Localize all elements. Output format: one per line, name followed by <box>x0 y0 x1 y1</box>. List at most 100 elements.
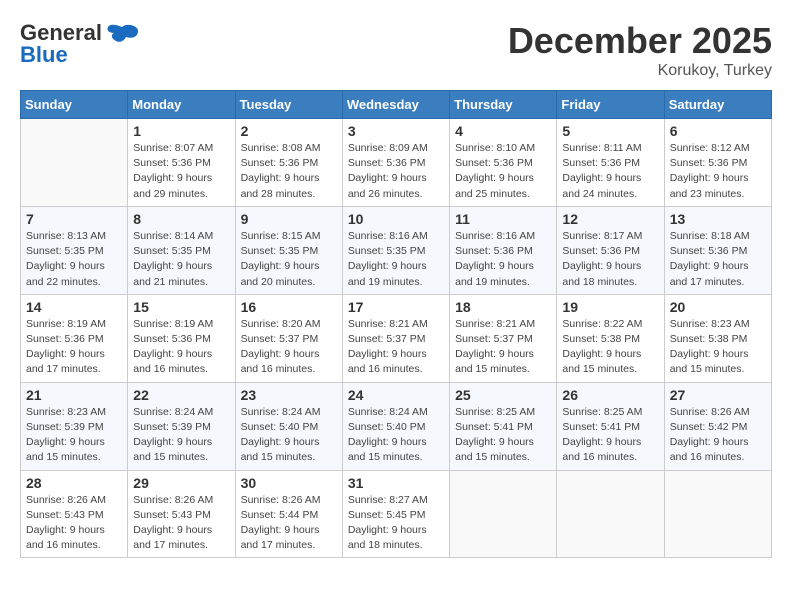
day-info: Sunrise: 8:19 AMSunset: 5:36 PMDaylight:… <box>26 317 122 378</box>
calendar-cell: 6 Sunrise: 8:12 AMSunset: 5:36 PMDaylight… <box>664 119 771 207</box>
day-number: 20 <box>670 299 766 315</box>
day-number: 9 <box>241 211 337 227</box>
day-number: 7 <box>26 211 122 227</box>
day-number: 31 <box>348 475 444 491</box>
day-info: Sunrise: 8:12 AMSunset: 5:36 PMDaylight:… <box>670 141 766 202</box>
day-info: Sunrise: 8:23 AMSunset: 5:38 PMDaylight:… <box>670 317 766 378</box>
day-info: Sunrise: 8:24 AMSunset: 5:40 PMDaylight:… <box>348 405 444 466</box>
title-block: December 2025 Korukoy, Turkey <box>508 20 772 80</box>
logo-text-blue: Blue <box>20 42 68 68</box>
day-number: 18 <box>455 299 551 315</box>
day-info: Sunrise: 8:14 AMSunset: 5:35 PMDaylight:… <box>133 229 229 290</box>
calendar-cell: 26 Sunrise: 8:25 AMSunset: 5:41 PMDayligh… <box>557 382 664 470</box>
weekday-header: Thursday <box>450 91 557 119</box>
day-info: Sunrise: 8:26 AMSunset: 5:43 PMDaylight:… <box>133 493 229 554</box>
day-info: Sunrise: 8:26 AMSunset: 5:44 PMDaylight:… <box>241 493 337 554</box>
weekday-header: Tuesday <box>235 91 342 119</box>
weekday-header: Sunday <box>21 91 128 119</box>
day-info: Sunrise: 8:26 AMSunset: 5:42 PMDaylight:… <box>670 405 766 466</box>
day-info: Sunrise: 8:13 AMSunset: 5:35 PMDaylight:… <box>26 229 122 290</box>
day-info: Sunrise: 8:21 AMSunset: 5:37 PMDaylight:… <box>348 317 444 378</box>
day-number: 28 <box>26 475 122 491</box>
calendar-cell: 9 Sunrise: 8:15 AMSunset: 5:35 PMDaylight… <box>235 206 342 294</box>
month-title: December 2025 <box>508 20 772 62</box>
calendar-cell: 29 Sunrise: 8:26 AMSunset: 5:43 PMDayligh… <box>128 470 235 558</box>
calendar-cell <box>664 470 771 558</box>
day-number: 25 <box>455 387 551 403</box>
day-info: Sunrise: 8:16 AMSunset: 5:35 PMDaylight:… <box>348 229 444 290</box>
calendar-cell: 8Sunrise: 8:14 AMSunset: 5:35 PMDaylight… <box>128 206 235 294</box>
calendar-cell: 22 Sunrise: 8:24 AMSunset: 5:39 PMDayligh… <box>128 382 235 470</box>
calendar-cell: 25 Sunrise: 8:25 AMSunset: 5:41 PMDayligh… <box>450 382 557 470</box>
calendar-cell: 3 Sunrise: 8:09 AMSunset: 5:36 PMDaylight… <box>342 119 449 207</box>
calendar-cell: 15 Sunrise: 8:19 AMSunset: 5:36 PMDayligh… <box>128 294 235 382</box>
day-info: Sunrise: 8:24 AMSunset: 5:40 PMDaylight:… <box>241 405 337 466</box>
calendar-cell: 14 Sunrise: 8:19 AMSunset: 5:36 PMDayligh… <box>21 294 128 382</box>
calendar-cell <box>21 119 128 207</box>
day-info: Sunrise: 8:22 AMSunset: 5:38 PMDaylight:… <box>562 317 658 378</box>
calendar-cell: 18Sunrise: 8:21 AMSunset: 5:37 PMDayligh… <box>450 294 557 382</box>
calendar-week-row: 7 Sunrise: 8:13 AMSunset: 5:35 PMDaylight… <box>21 206 772 294</box>
calendar-cell: 23 Sunrise: 8:24 AMSunset: 5:40 PMDayligh… <box>235 382 342 470</box>
day-info: Sunrise: 8:08 AMSunset: 5:36 PMDaylight:… <box>241 141 337 202</box>
day-info: Sunrise: 8:19 AMSunset: 5:36 PMDaylight:… <box>133 317 229 378</box>
calendar-week-row: 21 Sunrise: 8:23 AMSunset: 5:39 PMDayligh… <box>21 382 772 470</box>
day-number: 21 <box>26 387 122 403</box>
day-number: 6 <box>670 123 766 139</box>
calendar-cell: 28 Sunrise: 8:26 AMSunset: 5:43 PMDayligh… <box>21 470 128 558</box>
day-number: 13 <box>670 211 766 227</box>
day-info: Sunrise: 8:26 AMSunset: 5:43 PMDaylight:… <box>26 493 122 554</box>
calendar-cell: 27 Sunrise: 8:26 AMSunset: 5:42 PMDayligh… <box>664 382 771 470</box>
day-info: Sunrise: 8:09 AMSunset: 5:36 PMDaylight:… <box>348 141 444 202</box>
day-info: Sunrise: 8:24 AMSunset: 5:39 PMDaylight:… <box>133 405 229 466</box>
calendar-cell: 11 Sunrise: 8:16 AMSunset: 5:36 PMDayligh… <box>450 206 557 294</box>
day-info: Sunrise: 8:25 AMSunset: 5:41 PMDaylight:… <box>455 405 551 466</box>
calendar-cell: 2 Sunrise: 8:08 AMSunset: 5:36 PMDaylight… <box>235 119 342 207</box>
day-number: 26 <box>562 387 658 403</box>
calendar-cell <box>450 470 557 558</box>
day-info: Sunrise: 8:17 AMSunset: 5:36 PMDaylight:… <box>562 229 658 290</box>
day-info: Sunrise: 8:15 AMSunset: 5:35 PMDaylight:… <box>241 229 337 290</box>
day-number: 3 <box>348 123 444 139</box>
day-number: 22 <box>133 387 229 403</box>
day-info: Sunrise: 8:10 AMSunset: 5:36 PMDaylight:… <box>455 141 551 202</box>
day-number: 16 <box>241 299 337 315</box>
calendar-cell: 24 Sunrise: 8:24 AMSunset: 5:40 PMDayligh… <box>342 382 449 470</box>
day-number: 5 <box>562 123 658 139</box>
calendar-week-row: 1Sunrise: 8:07 AMSunset: 5:36 PMDaylight… <box>21 119 772 207</box>
day-number: 11 <box>455 211 551 227</box>
calendar-cell: 16 Sunrise: 8:20 AMSunset: 5:37 PMDayligh… <box>235 294 342 382</box>
day-info: Sunrise: 8:23 AMSunset: 5:39 PMDaylight:… <box>26 405 122 466</box>
day-number: 23 <box>241 387 337 403</box>
day-info: Sunrise: 8:11 AMSunset: 5:36 PMDaylight:… <box>562 141 658 202</box>
calendar-cell <box>557 470 664 558</box>
calendar-cell: 30Sunrise: 8:26 AMSunset: 5:44 PMDayligh… <box>235 470 342 558</box>
calendar-cell: 12 Sunrise: 8:17 AMSunset: 5:36 PMDayligh… <box>557 206 664 294</box>
calendar-week-row: 28 Sunrise: 8:26 AMSunset: 5:43 PMDayligh… <box>21 470 772 558</box>
day-info: Sunrise: 8:18 AMSunset: 5:36 PMDaylight:… <box>670 229 766 290</box>
calendar-cell: 21 Sunrise: 8:23 AMSunset: 5:39 PMDayligh… <box>21 382 128 470</box>
logo: General Blue <box>20 20 140 68</box>
weekday-header: Wednesday <box>342 91 449 119</box>
page-header: General Blue December 2025 Korukoy, Turk… <box>20 20 772 80</box>
day-info: Sunrise: 8:25 AMSunset: 5:41 PMDaylight:… <box>562 405 658 466</box>
day-number: 19 <box>562 299 658 315</box>
day-info: Sunrise: 8:20 AMSunset: 5:37 PMDaylight:… <box>241 317 337 378</box>
day-number: 27 <box>670 387 766 403</box>
calendar-cell: 1Sunrise: 8:07 AMSunset: 5:36 PMDaylight… <box>128 119 235 207</box>
day-number: 4 <box>455 123 551 139</box>
weekday-header: Saturday <box>664 91 771 119</box>
location-subtitle: Korukoy, Turkey <box>508 62 772 80</box>
calendar-cell: 20 Sunrise: 8:23 AMSunset: 5:38 PMDayligh… <box>664 294 771 382</box>
day-number: 1 <box>133 123 229 139</box>
day-number: 24 <box>348 387 444 403</box>
day-number: 15 <box>133 299 229 315</box>
day-info: Sunrise: 8:16 AMSunset: 5:36 PMDaylight:… <box>455 229 551 290</box>
day-number: 12 <box>562 211 658 227</box>
logo-bird-icon <box>104 23 140 43</box>
day-number: 14 <box>26 299 122 315</box>
day-number: 29 <box>133 475 229 491</box>
calendar-cell: 19 Sunrise: 8:22 AMSunset: 5:38 PMDayligh… <box>557 294 664 382</box>
calendar-cell: 5 Sunrise: 8:11 AMSunset: 5:36 PMDaylight… <box>557 119 664 207</box>
day-number: 2 <box>241 123 337 139</box>
